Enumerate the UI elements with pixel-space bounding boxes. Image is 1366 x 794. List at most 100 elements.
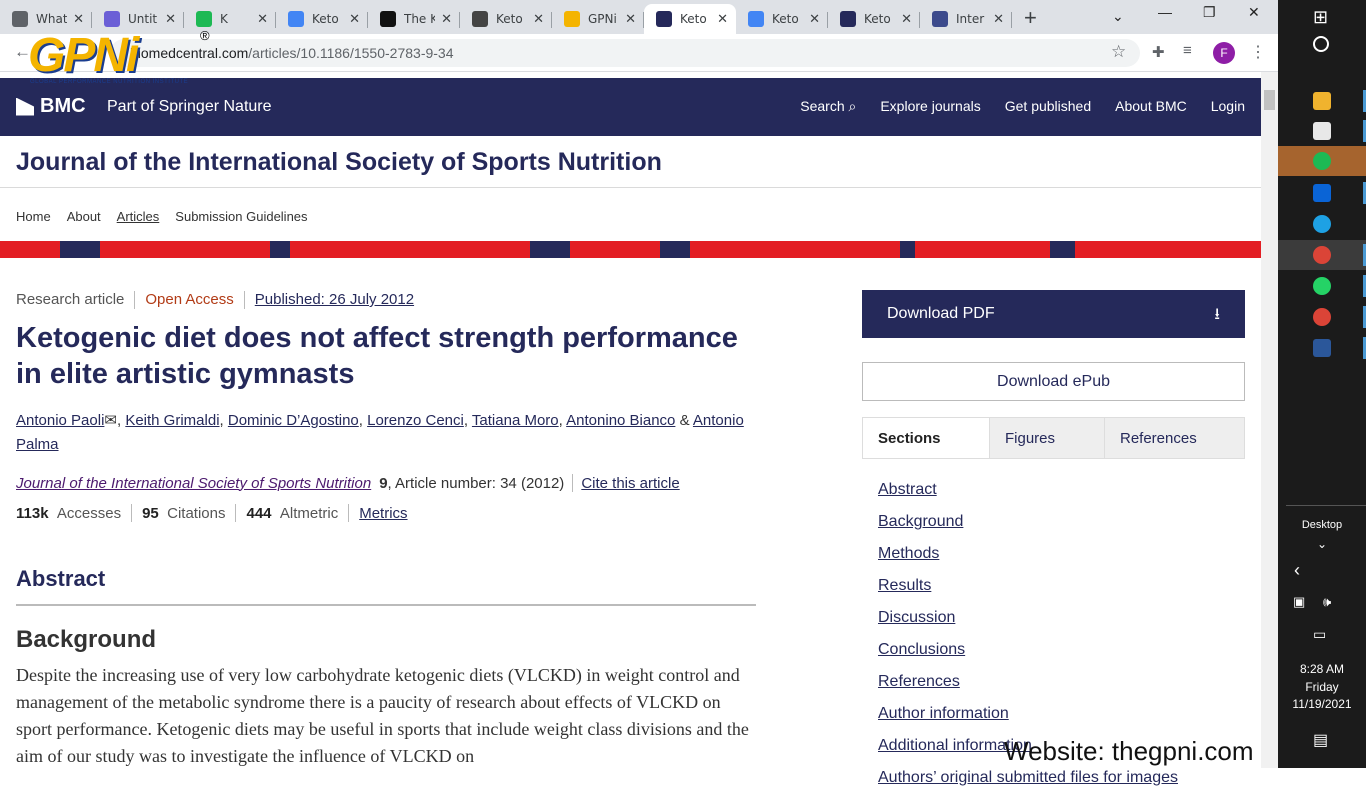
nav-get-published[interactable]: Get published: [1005, 98, 1091, 115]
close-window-icon[interactable]: ✕: [1248, 4, 1260, 21]
chevron-left-icon[interactable]: ‹: [1294, 560, 1300, 581]
close-tab-icon[interactable]: ✕: [165, 11, 176, 27]
clock-date[interactable]: 11/19/2021: [1278, 697, 1366, 711]
section-link[interactable]: Discussion: [878, 602, 1178, 634]
extensions-icon[interactable]: ✚: [1152, 43, 1165, 61]
bookmark-star-icon[interactable]: ☆: [1111, 42, 1126, 62]
new-tab-button[interactable]: +: [1024, 5, 1037, 31]
browser-tab[interactable]: Keto ✕: [736, 4, 828, 34]
desktop-label[interactable]: Desktop: [1278, 519, 1366, 531]
chrome-profile-icon[interactable]: [1313, 308, 1331, 326]
spotify-icon[interactable]: [1313, 152, 1331, 170]
section-link[interactable]: Abstract: [878, 474, 1178, 506]
browser-tab[interactable]: Keto ✕: [644, 4, 736, 34]
meet-now-icon[interactable]: ▣: [1293, 594, 1305, 610]
journal-link[interactable]: Journal of the International Society of …: [16, 475, 371, 492]
section-link[interactable]: Background: [878, 506, 1178, 538]
windows-start-icon[interactable]: ⊞: [1313, 7, 1328, 28]
download-pdf-button[interactable]: Download PDF ⭳: [862, 290, 1245, 338]
published-date[interactable]: Published: 26 July 2012: [255, 291, 414, 309]
section-link[interactable]: Conclusions: [878, 634, 1178, 666]
address-bar[interactable]: biomedcentral.com/articles/10.1186/1550-…: [110, 39, 1140, 67]
edge-icon[interactable]: [1313, 215, 1331, 233]
volume: 9: [379, 474, 388, 492]
cite-link[interactable]: Cite this article: [581, 475, 679, 492]
article-type: Research article: [16, 291, 125, 308]
mail-icon[interactable]: [1313, 184, 1331, 202]
close-tab-icon[interactable]: ✕: [349, 11, 360, 27]
browser-tab[interactable]: The K ✕: [368, 4, 460, 34]
gpni-logo: GPNi: [28, 29, 139, 82]
author-link[interactable]: Antonino Bianco: [566, 412, 675, 429]
clock-time[interactable]: 8:28 AM: [1278, 662, 1366, 676]
menu-icon[interactable]: ⋮: [1250, 42, 1266, 62]
author-link[interactable]: Antonio Paoli: [16, 412, 104, 429]
author-link[interactable]: Tatiana Moro: [472, 412, 559, 429]
clock-day[interactable]: Friday: [1278, 680, 1366, 694]
sidebar-tabs: Sections Figures References: [862, 417, 1245, 459]
close-tab-icon[interactable]: ✕: [73, 11, 84, 27]
close-tab-icon[interactable]: ✕: [441, 11, 452, 27]
browser-tab[interactable]: K ✕: [184, 4, 276, 34]
close-tab-icon[interactable]: ✕: [533, 11, 544, 27]
metrics-link[interactable]: Metrics: [359, 505, 407, 522]
download-epub-button[interactable]: Download ePub: [862, 362, 1245, 401]
close-tab-icon[interactable]: ✕: [625, 11, 636, 27]
scrollbar-thumb[interactable]: [1264, 90, 1275, 110]
browser-tab[interactable]: Keto ✕: [460, 4, 552, 34]
tab-strip: What ✕ Untit ✕ K ✕ Keto ✕ The K ✕ Keto ✕ GPNi ✕ Keto ✕ K…: [0, 0, 1278, 34]
tab-title: Untit: [128, 12, 158, 26]
store-icon[interactable]: [1313, 122, 1331, 140]
close-tab-icon[interactable]: ✕: [257, 11, 268, 27]
author-link[interactable]: Lorenzo Cenci: [367, 412, 464, 429]
close-tab-icon[interactable]: ✕: [901, 11, 912, 27]
citations-label: Citations: [167, 504, 226, 522]
tab-search-icon[interactable]: ⌄: [1112, 8, 1124, 25]
word-icon[interactable]: [1313, 339, 1331, 357]
section-link[interactable]: Results: [878, 570, 1178, 602]
journal-nav-articles[interactable]: Articles: [117, 209, 160, 224]
keyboard-icon[interactable]: ▭: [1313, 626, 1326, 643]
close-tab-icon[interactable]: ✕: [993, 11, 1004, 27]
tab-title: Inter: [956, 12, 985, 26]
browser-tab[interactable]: Inter ✕: [920, 4, 1012, 34]
file-explorer-icon[interactable]: [1313, 92, 1331, 110]
journal-nav-home[interactable]: Home: [16, 209, 51, 224]
browser-tab[interactable]: Keto ✕: [828, 4, 920, 34]
profile-avatar[interactable]: F: [1213, 42, 1235, 64]
journal-title[interactable]: Journal of the International Society of …: [0, 136, 1261, 188]
media-control-icon[interactable]: ≡: [1183, 42, 1192, 59]
notification-icon[interactable]: ▤: [1313, 730, 1328, 750]
email-icon[interactable]: ✉: [104, 412, 117, 429]
minimize-icon[interactable]: —: [1158, 4, 1172, 20]
journal-nav-submission[interactable]: Submission Guidelines: [175, 209, 307, 224]
url-path: /articles/10.1186/1550-2783-9-34: [248, 45, 454, 61]
nav-explore-journals[interactable]: Explore journals: [880, 98, 980, 115]
cortana-icon[interactable]: [1313, 36, 1329, 52]
chevron-down-icon[interactable]: ⌄: [1278, 537, 1366, 551]
author-link[interactable]: Keith Grimaldi: [125, 412, 219, 429]
chrome-icon[interactable]: [1313, 246, 1331, 264]
whatsapp-icon[interactable]: [1313, 277, 1331, 295]
section-link[interactable]: Methods: [878, 538, 1178, 570]
nav-search[interactable]: Search ⌕: [800, 98, 856, 115]
section-link[interactable]: Author information: [878, 698, 1178, 730]
tab-figures[interactable]: Figures: [990, 418, 1105, 458]
article-title: Ketogenic diet does not affect strength …: [16, 322, 738, 390]
maximize-icon[interactable]: ❐: [1203, 4, 1216, 21]
page-scrollbar[interactable]: [1261, 72, 1278, 768]
browser-tab[interactable]: GPNi ✕: [552, 4, 644, 34]
nav-login[interactable]: Login: [1211, 98, 1245, 115]
section-link[interactable]: References: [878, 666, 1178, 698]
journal-nav-about[interactable]: About: [67, 209, 101, 224]
author-link[interactable]: Dominic D’Agostino: [228, 412, 359, 429]
tab-references[interactable]: References: [1105, 418, 1212, 458]
volume-icon[interactable]: 🕪: [1323, 594, 1331, 610]
bmc-logo[interactable]: BMC: [16, 95, 86, 118]
close-tab-icon[interactable]: ✕: [717, 11, 728, 27]
browser-tab[interactable]: Keto ✕: [276, 4, 368, 34]
nav-about-bmc[interactable]: About BMC: [1115, 98, 1187, 115]
close-tab-icon[interactable]: ✕: [809, 11, 820, 27]
tab-sections[interactable]: Sections: [863, 418, 990, 458]
author-list: Antonio Paoli✉, Keith Grimaldi, Dominic …: [16, 412, 744, 453]
